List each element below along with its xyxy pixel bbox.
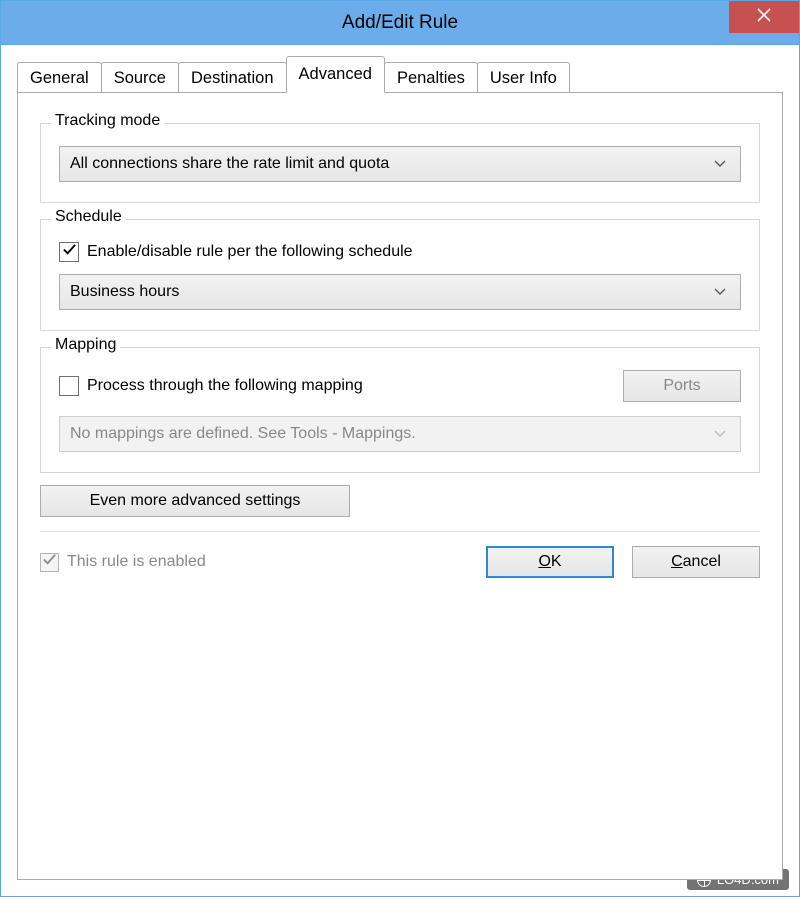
tab-destination[interactable]: Destination (178, 62, 287, 94)
ports-button[interactable]: Ports (623, 370, 741, 402)
mapping-value: No mappings are defined. See Tools - Map… (70, 425, 710, 443)
group-tracking-mode: Tracking mode All connections share the … (40, 123, 760, 203)
ok-mnemonic: O (538, 553, 550, 570)
group-tracking-legend: Tracking mode (51, 112, 164, 130)
footer-right: OK Cancel (486, 546, 760, 578)
window-title: Add/Edit Rule (1, 12, 799, 34)
mapping-checkbox-label: Process through the following mapping (87, 377, 363, 395)
tab-user-info[interactable]: User Info (477, 62, 570, 94)
schedule-dropdown[interactable]: Business hours (59, 274, 741, 310)
tab-page-advanced: Tracking mode All connections share the … (17, 92, 783, 880)
tabstrip: General Source Destination Advanced Pena… (17, 57, 783, 93)
dialog-window: Add/Edit Rule General Source Destination… (0, 0, 800, 897)
mapping-dropdown: No mappings are defined. See Tools - Map… (59, 416, 741, 452)
schedule-checkbox-label: Enable/disable rule per the following sc… (87, 243, 413, 261)
cancel-mnemonic: C (671, 553, 683, 570)
advanced-button-row: Even more advanced settings (40, 485, 760, 517)
mapping-check-row: Process through the following mapping (59, 376, 611, 396)
tracking-mode-dropdown[interactable]: All connections share the rate limit and… (59, 146, 741, 182)
checkmark-icon (62, 242, 77, 262)
tab-source[interactable]: Source (101, 62, 179, 94)
schedule-enable-checkbox[interactable] (59, 242, 79, 262)
close-icon (757, 8, 771, 26)
checkmark-icon (42, 552, 57, 572)
mapping-process-checkbox[interactable] (59, 376, 79, 396)
close-button[interactable] (729, 1, 799, 33)
tab-penalties[interactable]: Penalties (384, 62, 478, 94)
rule-enabled-checkbox (40, 553, 59, 572)
tracking-mode-value: All connections share the rate limit and… (70, 155, 710, 173)
group-mapping: Mapping Process through the following ma… (40, 347, 760, 473)
titlebar: Add/Edit Rule (1, 1, 799, 45)
group-mapping-legend: Mapping (51, 336, 120, 354)
schedule-value: Business hours (70, 283, 710, 301)
tab-advanced[interactable]: Advanced (286, 56, 385, 93)
chevron-down-icon (710, 425, 730, 443)
client-area: General Source Destination Advanced Pena… (1, 45, 799, 896)
schedule-check-row: Enable/disable rule per the following sc… (59, 242, 741, 262)
dialog-footer: This rule is enabled OK Cancel (40, 531, 760, 578)
group-schedule-legend: Schedule (51, 208, 126, 226)
even-more-advanced-button[interactable]: Even more advanced settings (40, 485, 350, 517)
ok-button[interactable]: OK (486, 546, 614, 578)
rule-enabled-label: This rule is enabled (67, 553, 206, 571)
chevron-down-icon (710, 283, 730, 301)
group-schedule: Schedule Enable/disable rule per the fol… (40, 219, 760, 331)
cancel-button[interactable]: Cancel (632, 546, 760, 578)
tab-general[interactable]: General (17, 62, 102, 94)
chevron-down-icon (710, 155, 730, 173)
footer-left: This rule is enabled (40, 553, 206, 572)
